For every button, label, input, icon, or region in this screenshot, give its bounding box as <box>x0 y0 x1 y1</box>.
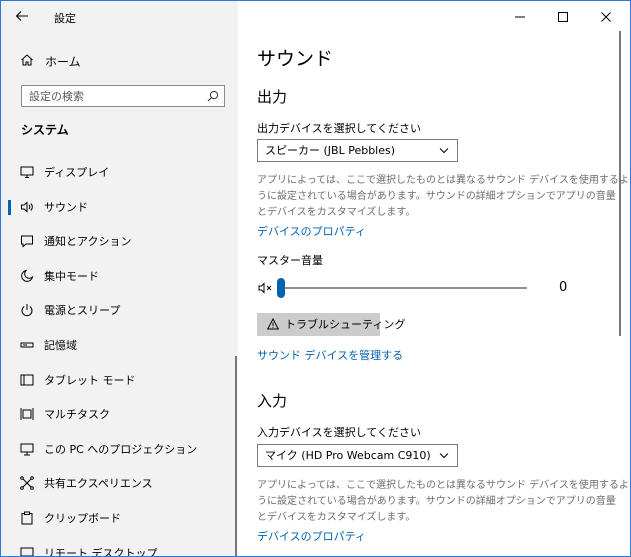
notification-icon <box>21 235 33 248</box>
speaker-muted-icon[interactable] <box>258 282 274 294</box>
sidebar-item-label: リモート デスクトップ <box>44 546 158 556</box>
tablet-icon <box>20 374 34 386</box>
sidebar-nav: ディスプレイ サウンド 通知とアクション 集中モード 電源とスリープ 記憶域 タ… <box>1 156 238 556</box>
close-icon[interactable] <box>598 9 614 25</box>
speaker-icon <box>21 201 33 213</box>
app-title: 設定 <box>54 12 76 25</box>
volume-slider-track[interactable] <box>277 278 527 298</box>
home-icon <box>21 54 33 66</box>
sidebar-item-power[interactable]: 電源とスリープ <box>1 294 238 329</box>
back-arrow-icon <box>15 11 28 21</box>
troubleshoot-label: トラブルシューティング <box>285 318 406 331</box>
description-line: アプリによっては、ここで選択したものとは異なるサウンド デバイスを使用するよ <box>257 480 629 491</box>
volume-slider-thumb[interactable] <box>277 278 285 298</box>
search-box[interactable] <box>21 85 225 107</box>
description-line: うに設定されている場合があります。サウンドの詳細オプションでアプリの音量 <box>257 191 616 202</box>
sidebar-item-label: クリップボード <box>44 511 121 525</box>
sidebar-item-clipboard[interactable]: クリップボード <box>1 502 238 537</box>
clipboard-icon <box>21 511 33 525</box>
manage-sound-devices-link[interactable]: サウンド デバイスを管理する <box>257 349 403 362</box>
home-nav-item[interactable]: ホーム <box>1 49 238 75</box>
monitor-icon <box>20 166 34 178</box>
section-title-system: システム <box>21 123 69 137</box>
sidebar-item-label: ディスプレイ <box>44 166 110 179</box>
search-input[interactable] <box>29 89 199 103</box>
output-device-dropdown[interactable]: スピーカー (JBL Pebbles) <box>257 139 458 162</box>
description-line: うに設定されている場合があります。サウンドの詳細オプションでアプリの音量 <box>257 496 616 507</box>
input-description: アプリによっては、ここで選択したものとは異なるサウンド デバイスを使用するよ う… <box>257 478 629 526</box>
active-indicator <box>8 199 11 215</box>
projection-icon <box>20 443 34 456</box>
sidebar-item-label: 共有エクスペリエンス <box>44 477 153 491</box>
sidebar-item-notifications[interactable]: 通知とアクション <box>1 225 238 260</box>
settings-window: 設定 ホーム システム ディスプレイ <box>0 0 631 557</box>
power-icon <box>21 304 33 317</box>
moon-icon <box>21 269 34 282</box>
output-device-properties-link[interactable]: デバイスのプロパティ <box>257 225 366 238</box>
output-select-label: 出力デバイスを選択してください <box>257 122 422 135</box>
description-line: アプリによっては、ここで選択したものとは異なるサウンド デバイスを使用するよ <box>257 175 629 186</box>
sidebar-item-sound[interactable]: サウンド <box>1 191 238 226</box>
sidebar-item-multitask[interactable]: マルチタスク <box>1 398 238 433</box>
warning-icon <box>267 318 279 330</box>
input-select-label: 入力デバイスを選択してください <box>257 426 422 439</box>
description-line: とデバイスをカスタマイズします。 <box>257 512 416 523</box>
sidebar-item-remote-desktop[interactable]: リモート デスクトップ <box>1 537 238 556</box>
storage-icon <box>20 342 34 348</box>
sidebar-item-label: 電源とスリープ <box>44 304 121 318</box>
sidebar-item-label: 集中モード <box>44 269 99 283</box>
sidebar-item-label: 通知とアクション <box>44 235 132 249</box>
sidebar-item-label: マルチタスク <box>44 408 110 422</box>
description-line: とデバイスをカスタマイズします。 <box>257 207 416 218</box>
maximize-icon[interactable] <box>555 9 571 25</box>
volume-value: 0 <box>559 280 568 295</box>
sidebar-item-focus[interactable]: 集中モード <box>1 260 238 295</box>
minimize-icon[interactable] <box>512 9 528 25</box>
sidebar-scrollbar[interactable] <box>235 356 237 556</box>
chevron-down-icon <box>439 148 449 154</box>
sidebar-item-shared-experiences[interactable]: 共有エクスペリエンス <box>1 467 238 502</box>
input-device-properties-link[interactable]: デバイスのプロパティ <box>257 530 366 543</box>
sidebar-item-projection[interactable]: この PC へのプロジェクション <box>1 433 238 468</box>
content-pane: サウンド 出力 出力デバイスを選択してください スピーカー (JBL Pebbl… <box>238 1 630 556</box>
troubleshoot-button[interactable]: トラブルシューティング <box>257 313 405 336</box>
sidebar: 設定 ホーム システム ディスプレイ <box>1 1 238 556</box>
input-device-value: マイク (HD Pro Webcam C910) <box>265 449 431 462</box>
remote-icon <box>20 547 34 556</box>
sidebar-item-label: この PC へのプロジェクション <box>44 442 198 456</box>
home-label: ホーム <box>45 55 81 69</box>
sidebar-item-display[interactable]: ディスプレイ <box>1 156 238 191</box>
titlebar-left: 設定 <box>1 1 238 33</box>
output-heading: 出力 <box>257 88 288 106</box>
multitask-icon <box>20 408 34 421</box>
share-icon <box>20 476 34 491</box>
search-icon[interactable] <box>207 90 219 102</box>
chevron-down-icon <box>439 453 449 459</box>
sidebar-item-label: 記憶域 <box>44 338 77 352</box>
output-device-value: スピーカー (JBL Pebbles) <box>265 144 396 157</box>
back-button[interactable] <box>15 9 33 25</box>
window-controls <box>510 1 630 33</box>
input-device-dropdown[interactable]: マイク (HD Pro Webcam C910) <box>257 444 458 467</box>
output-description: アプリによっては、ここで選択したものとは異なるサウンド デバイスを使用するよ う… <box>257 173 629 221</box>
sidebar-item-label: サウンド <box>44 200 88 214</box>
page-title: サウンド <box>257 48 334 70</box>
sidebar-item-tablet[interactable]: タブレット モード <box>1 364 238 399</box>
master-volume-row: 0 <box>257 278 597 298</box>
master-volume-label: マスター音量 <box>257 254 323 267</box>
input-heading: 入力 <box>257 392 288 410</box>
sidebar-item-label: タブレット モード <box>44 373 136 387</box>
sidebar-item-storage[interactable]: 記憶域 <box>1 329 238 364</box>
